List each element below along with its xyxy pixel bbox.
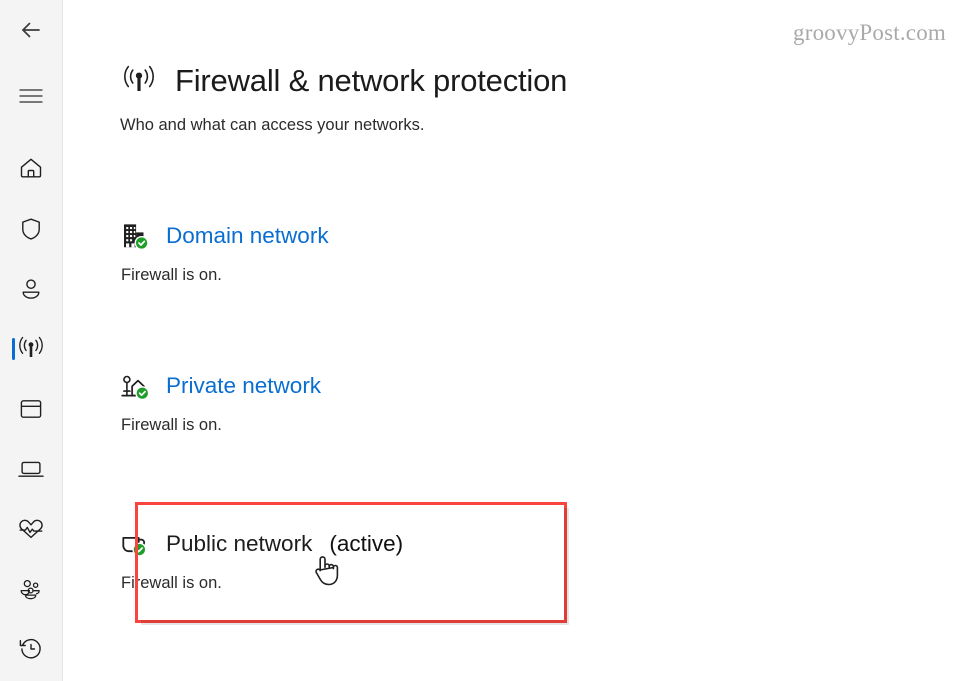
cup-check-icon xyxy=(120,528,152,560)
private-network-link[interactable]: Private network xyxy=(166,373,321,399)
wireless-signal-icon xyxy=(16,336,46,362)
sidebar-item-virus-threat-protection[interactable] xyxy=(0,207,62,251)
page-title: Firewall & network protection xyxy=(175,62,568,98)
private-network-status: Firewall is on. xyxy=(121,416,222,434)
watermark: groovyPost.com xyxy=(793,20,946,45)
sidebar-item-firewall-network-protection[interactable] xyxy=(0,327,62,371)
domain-network-status: Firewall is on. xyxy=(121,266,222,284)
network-heading-row: Private network xyxy=(120,369,321,403)
page-subtitle: Who and what can access your networks. xyxy=(120,116,425,134)
main-content-area: groovyPost.com Firewall & network protec… xyxy=(63,0,970,681)
hamburger-menu-button[interactable] xyxy=(0,74,62,118)
hamburger-menu-icon xyxy=(18,87,44,105)
person-icon xyxy=(18,276,44,302)
wireless-signal-icon xyxy=(119,61,159,101)
shield-icon xyxy=(19,216,43,242)
public-network-active-badge: (active) xyxy=(329,531,404,556)
home-icon xyxy=(18,155,44,181)
app-window-icon xyxy=(18,397,44,421)
building-check-icon xyxy=(120,220,152,252)
network-section-public: Public network (active) Firewall is on. xyxy=(120,527,403,593)
network-heading-row: Domain network xyxy=(120,219,329,253)
sidebar-item-protection-history[interactable] xyxy=(0,627,62,671)
sidebar-item-home[interactable] xyxy=(0,146,62,190)
back-arrow-icon xyxy=(18,17,44,43)
public-network-status: Firewall is on. xyxy=(121,574,222,592)
active-indicator-bar xyxy=(12,338,15,360)
page-header: Firewall & network protection xyxy=(119,42,567,120)
public-network-link[interactable]: Public network xyxy=(166,531,312,557)
network-section-domain: Domain network Firewall is on. xyxy=(120,219,329,285)
laptop-icon xyxy=(17,458,45,480)
back-button[interactable] xyxy=(0,8,62,52)
house-check-icon xyxy=(120,370,152,402)
sidebar-item-family-options[interactable] xyxy=(0,567,62,611)
history-clock-icon xyxy=(18,636,44,662)
sidebar-item-device-performance-health[interactable] xyxy=(0,507,62,551)
domain-network-link[interactable]: Domain network xyxy=(166,223,329,249)
family-people-icon xyxy=(17,577,45,601)
network-section-private: Private network Firewall is on. xyxy=(120,369,321,435)
heart-pulse-icon xyxy=(17,517,45,541)
sidebar-item-app-browser-control[interactable] xyxy=(0,387,62,431)
security-app-window: groovyPost.com Firewall & network protec… xyxy=(0,0,970,681)
network-heading-row: Public network (active) xyxy=(120,527,403,561)
navigation-sidebar xyxy=(0,0,63,681)
sidebar-item-account-protection[interactable] xyxy=(0,267,62,311)
sidebar-item-device-security[interactable] xyxy=(0,447,62,491)
